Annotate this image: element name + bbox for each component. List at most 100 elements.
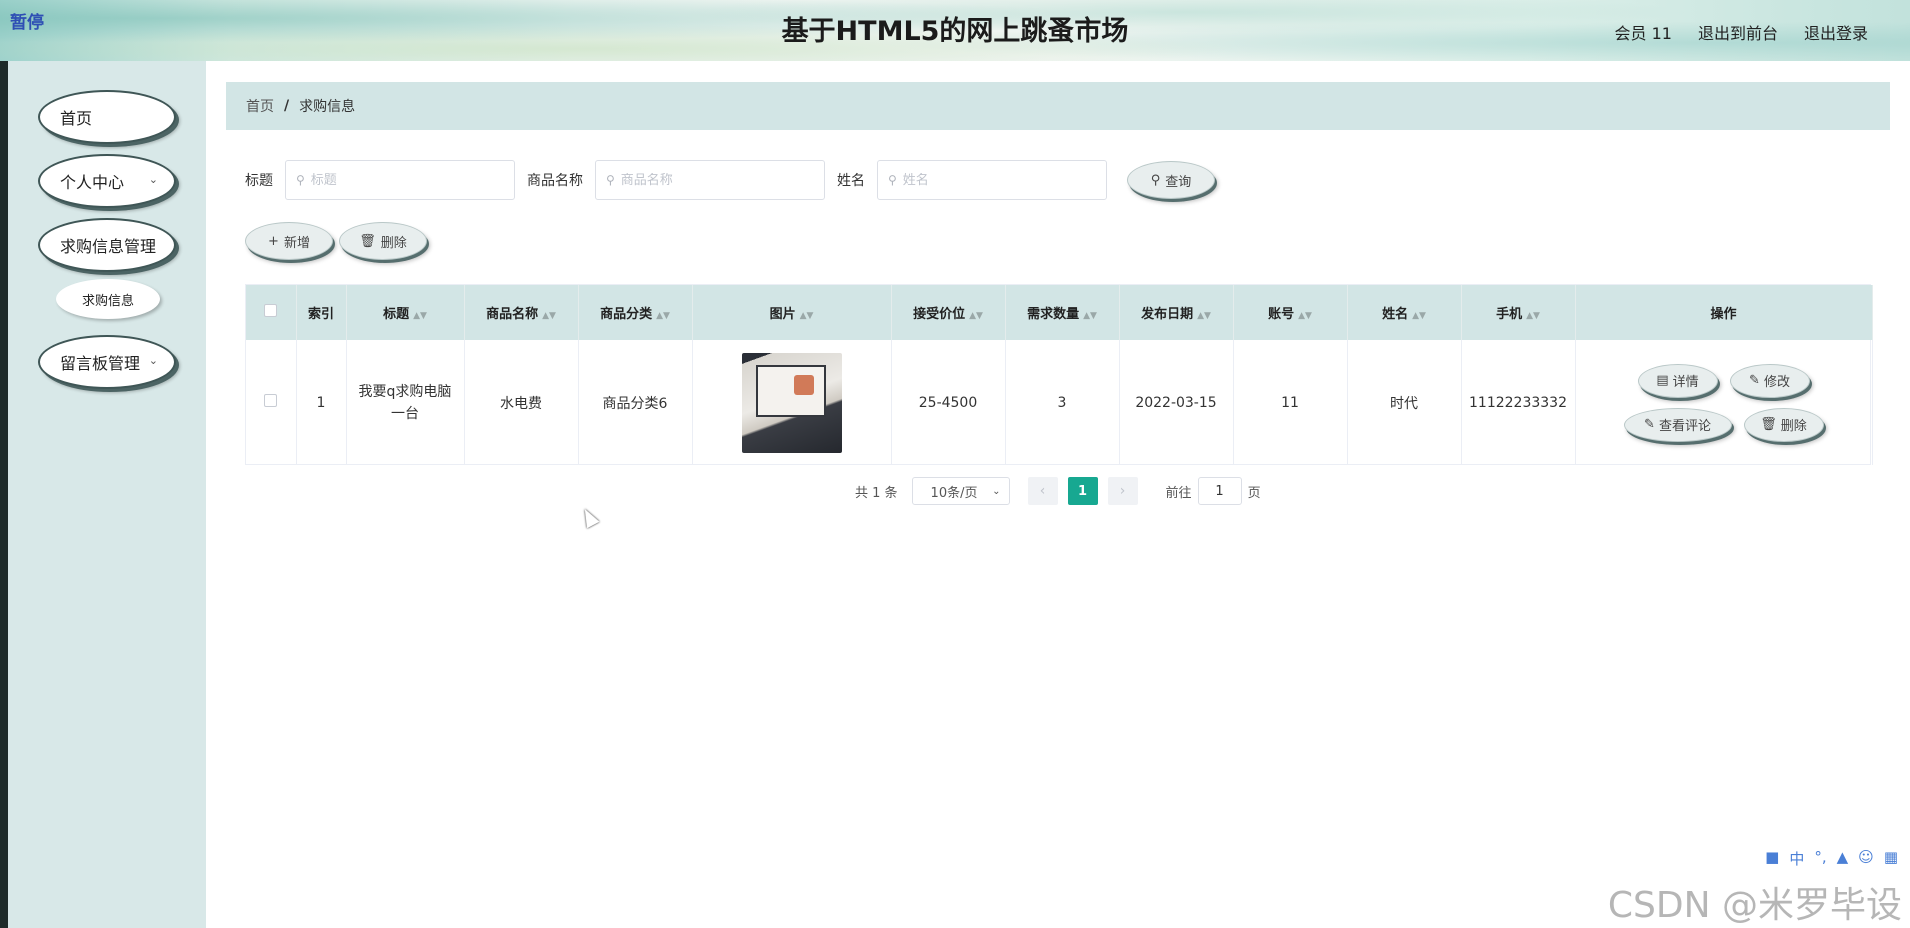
- name-search-field[interactable]: ⚲: [877, 160, 1107, 200]
- header-operations: 操作: [1575, 285, 1873, 340]
- ime-toolbar: ■ 中 °, ▲ ☺ ▦: [1765, 848, 1898, 869]
- name-search-input[interactable]: [902, 172, 1083, 188]
- row-account: 11: [1233, 340, 1348, 465]
- ime-emoji-icon[interactable]: ☺: [1858, 848, 1874, 869]
- header-quantity[interactable]: 需求数量 ▲▼: [1005, 285, 1120, 340]
- search-icon: ⚲: [1150, 172, 1161, 188]
- breadcrumb: 首页 / 求购信息: [226, 82, 1890, 130]
- row-checkbox[interactable]: [264, 394, 278, 407]
- logout-link[interactable]: 退出登录: [1804, 20, 1868, 44]
- sort-icon[interactable]: ▲▼: [1412, 311, 1426, 321]
- delete-button[interactable]: 🗑 删除: [339, 222, 427, 260]
- user-info: 会员 11: [1614, 24, 1672, 43]
- breadcrumb-separator: /: [284, 98, 290, 114]
- ime-logo-icon[interactable]: ■: [1765, 848, 1779, 869]
- delete-button-label: 删除: [380, 235, 407, 251]
- chevron-down-icon: ⌄: [992, 485, 1001, 497]
- row-date: 2022-03-15: [1119, 340, 1234, 465]
- header-price[interactable]: 接受价位 ▲▼: [891, 285, 1006, 340]
- search-form: 标题 ⚲ 商品名称 ⚲ 姓名 ⚲ ⚲ 查询: [245, 160, 1215, 200]
- title-search-input[interactable]: [310, 172, 491, 188]
- add-button[interactable]: + 新增: [245, 222, 333, 260]
- pencil-icon: ✎: [1749, 373, 1760, 388]
- goto-page-input[interactable]: [1197, 477, 1242, 505]
- header-name[interactable]: 姓名 ▲▼: [1347, 285, 1462, 340]
- ime-language-toggle[interactable]: 中: [1789, 848, 1804, 869]
- purchase-table: 索引 标题 ▲▼ 商品名称 ▲▼ 商品分类 ▲▼ 图片 ▲▼ 接受价位 ▲▼ 需求数量 ▲▼…: [245, 284, 1873, 465]
- chevron-down-icon: ⌄: [148, 173, 158, 186]
- sidebar-item-personal-center[interactable]: 个人中心 ⌄: [38, 154, 176, 208]
- header-product[interactable]: 商品名称 ▲▼: [464, 285, 579, 340]
- search-icon: ⚲: [296, 173, 305, 187]
- edit-button[interactable]: ✎ 修改: [1729, 363, 1810, 398]
- sort-icon[interactable]: ▲▼: [800, 311, 814, 321]
- trash-icon: 🗑: [1760, 417, 1777, 432]
- search-icon: ⚲: [888, 173, 897, 187]
- table-row: 1 我要q求购电脑一台 水电费 商品分类6 25-4500 3 2022-03-…: [246, 340, 1873, 465]
- breadcrumb-home[interactable]: 首页: [246, 96, 274, 116]
- row-phone: 11122233332: [1461, 340, 1576, 465]
- mouse-cursor: [578, 505, 600, 529]
- product-search-field[interactable]: ⚲: [595, 160, 825, 200]
- header-account[interactable]: 账号 ▲▼: [1233, 285, 1348, 340]
- page-size-select[interactable]: 10条/页 ⌄: [911, 477, 1010, 505]
- sidebar-item-purchase-management[interactable]: 求购信息管理: [38, 218, 176, 272]
- sidebar-item-label: 留言板管理: [60, 354, 141, 373]
- prev-page-button[interactable]: ‹: [1027, 477, 1058, 505]
- add-button-label: 新增: [283, 235, 310, 251]
- watermark: CSDN @米罗毕设: [1607, 885, 1902, 926]
- pagination-total: 共 1 条: [855, 485, 898, 501]
- sidebar-item-home[interactable]: 首页: [38, 90, 176, 144]
- sort-icon[interactable]: ▲▼: [656, 311, 670, 321]
- page-unit-label: 页: [1247, 485, 1261, 501]
- pause-tag: 暂停: [10, 13, 44, 33]
- row-index: 1: [296, 340, 347, 465]
- product-label: 商品名称: [527, 173, 583, 189]
- query-button-label: 查询: [1165, 174, 1192, 190]
- title-label: 标题: [245, 173, 273, 189]
- sort-icon[interactable]: ▲▼: [1083, 311, 1097, 321]
- next-page-button[interactable]: ›: [1107, 477, 1138, 505]
- sidebar-item-message-board[interactable]: 留言板管理 ⌄: [38, 335, 176, 389]
- detail-button[interactable]: ▤ 详情: [1637, 363, 1718, 398]
- sort-icon[interactable]: ▲▼: [1197, 311, 1211, 321]
- row-quantity: 3: [1005, 340, 1120, 465]
- sidebar-item-label: 首页: [60, 109, 93, 128]
- row-select-cell[interactable]: [246, 340, 297, 465]
- sort-icon[interactable]: ▲▼: [969, 311, 983, 321]
- query-button[interactable]: ⚲ 查询: [1127, 161, 1215, 199]
- row-delete-button[interactable]: 🗑 删除: [1743, 407, 1824, 442]
- header-index: 索引: [296, 285, 347, 340]
- header-category[interactable]: 商品分类 ▲▼: [578, 285, 693, 340]
- search-icon: ⚲: [606, 173, 615, 187]
- row-product: 水电费: [464, 340, 579, 465]
- select-all-checkbox[interactable]: [264, 304, 278, 317]
- header-phone[interactable]: 手机 ▲▼: [1461, 285, 1576, 340]
- header-title[interactable]: 标题 ▲▼: [346, 285, 465, 340]
- product-search-input[interactable]: [620, 172, 801, 188]
- top-header: 暂停 基于HTML5的网上跳蚤市场 会员 11 退出到前台 退出登录: [0, 0, 1910, 61]
- view-comments-button[interactable]: ✎ 查看评论: [1623, 407, 1732, 442]
- row-category: 商品分类6: [578, 340, 693, 465]
- trash-icon: 🗑: [359, 233, 376, 249]
- sort-icon[interactable]: ▲▼: [413, 311, 427, 321]
- sidebar-item-label: 求购信息管理: [60, 237, 157, 256]
- header-select-all[interactable]: [246, 285, 297, 340]
- ime-punctuation-toggle[interactable]: °,: [1814, 848, 1826, 869]
- header-image[interactable]: 图片 ▲▼: [692, 285, 892, 340]
- sort-icon[interactable]: ▲▼: [1298, 311, 1312, 321]
- action-toolbar: + 新增 🗑 删除: [245, 222, 427, 260]
- ime-grid-icon[interactable]: ▦: [1884, 848, 1898, 869]
- sidebar-subitem-purchase-info[interactable]: 求购信息: [56, 279, 160, 319]
- window-edge: [0, 61, 8, 928]
- product-thumbnail[interactable]: [741, 352, 842, 453]
- title-search-field[interactable]: ⚲: [285, 160, 515, 200]
- ime-user-icon[interactable]: ▲: [1837, 848, 1849, 869]
- row-title: 我要q求购电脑一台: [346, 340, 465, 465]
- back-to-front-link[interactable]: 退出到前台: [1698, 20, 1778, 44]
- sort-icon[interactable]: ▲▼: [542, 311, 556, 321]
- header-date[interactable]: 发布日期 ▲▼: [1119, 285, 1234, 340]
- sort-icon[interactable]: ▲▼: [1526, 311, 1540, 321]
- current-page-number[interactable]: 1: [1067, 477, 1098, 505]
- breadcrumb-current: 求购信息: [299, 99, 356, 115]
